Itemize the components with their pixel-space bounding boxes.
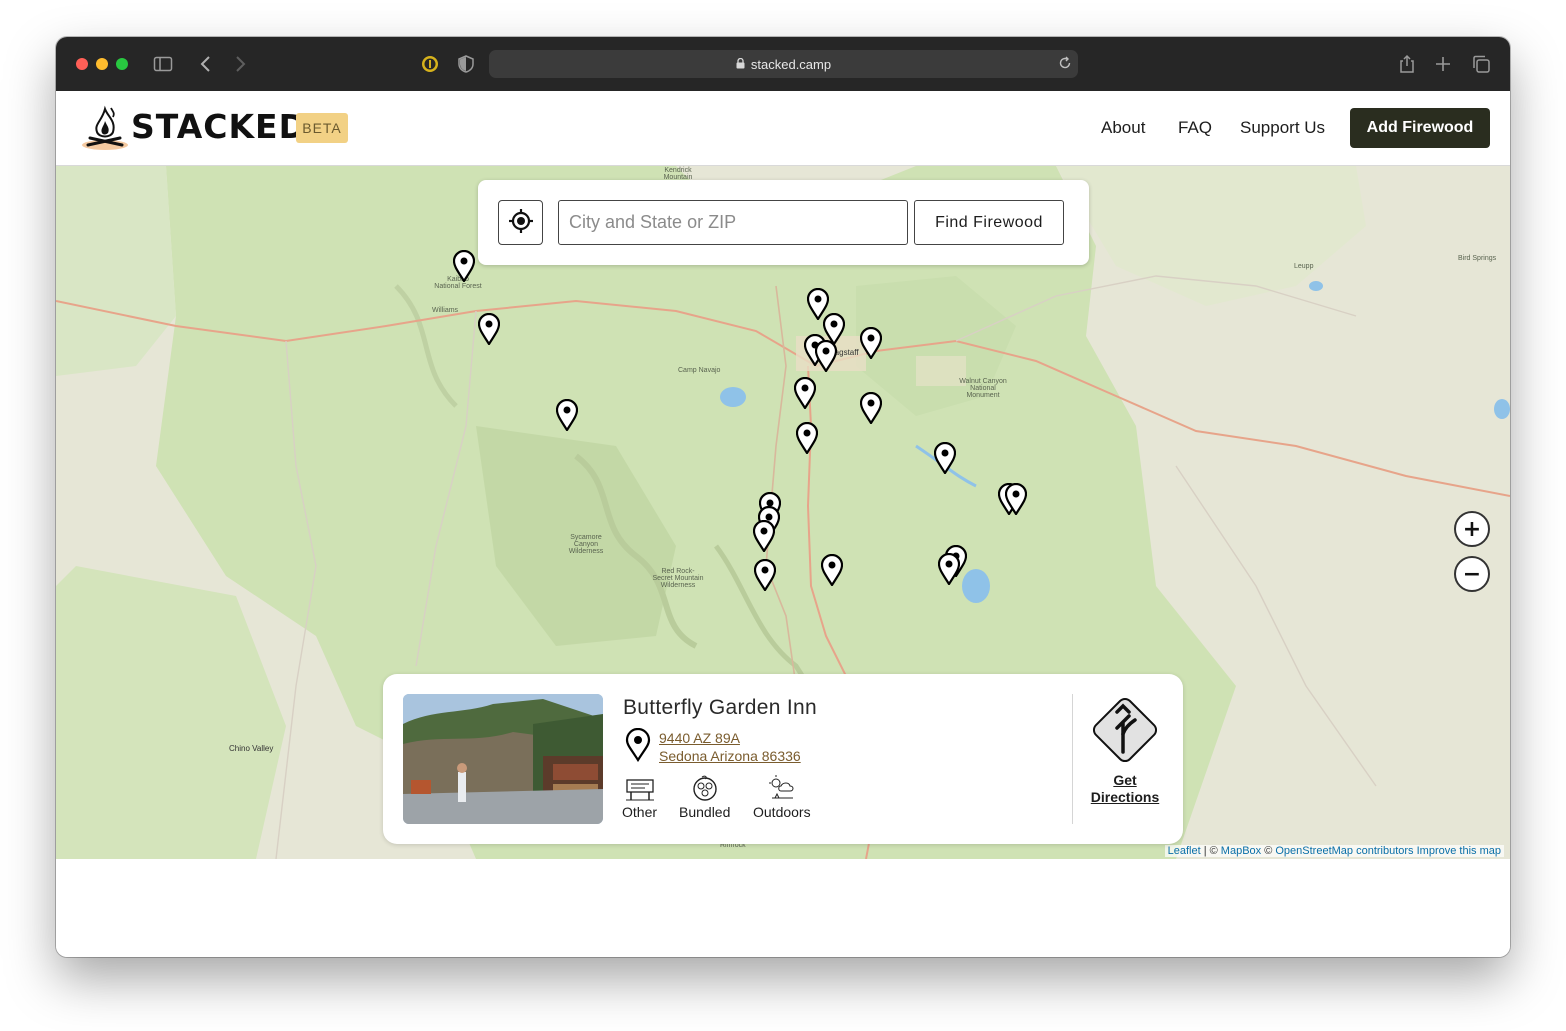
map-label-camp-navajo: Camp Navajo [678,367,721,374]
map-marker[interactable] [555,398,579,433]
address-line-2-link[interactable]: Sedona Arizona 86336 [659,748,801,764]
shield-icon[interactable] [456,54,476,74]
directions-line-1: Get [1113,772,1137,788]
sign-icon [622,774,657,802]
map-marker[interactable] [752,519,776,554]
search-panel: Find Firewood [478,180,1089,265]
map-marker[interactable] [933,441,957,476]
zoom-in-button[interactable]: + [1454,511,1490,547]
map-label-chino-valley: Chino Valley [229,744,274,753]
map-marker[interactable] [859,391,883,426]
forward-icon[interactable] [230,54,250,74]
minimize-window-button[interactable] [96,58,108,70]
map-pin-icon [625,727,651,766]
page-footer-space [56,859,1510,957]
crosshair-icon [508,208,534,238]
map-view[interactable]: Williams Camp Navajo Flagstaff Walnut Ca… [56,166,1510,859]
close-window-button[interactable] [76,58,88,70]
tag-outdoors-label: Outdoors [753,804,811,820]
map-marker[interactable] [793,376,817,411]
directions-sign-icon[interactable] [1087,692,1163,772]
osm-link[interactable]: OpenStreetMap contributors [1275,845,1413,857]
map-label-bird-springs: Bird Springs [1458,255,1497,262]
lock-icon [736,57,745,72]
outdoors-icon [753,774,811,802]
nav-about[interactable]: About [1101,118,1145,138]
locate-me-button[interactable] [498,200,543,245]
map-label-red-rock: Red Rock-Secret Mountain Wilderness [652,568,704,589]
location-search-input[interactable] [558,200,908,245]
find-firewood-button[interactable]: Find Firewood [914,200,1064,245]
directions-line-2: Directions [1090,789,1160,805]
map-marker[interactable] [477,312,501,347]
browser-titlebar: stacked.camp [56,37,1510,91]
location-title: Butterfly Garden Inn [623,696,817,719]
map-marker[interactable] [1004,482,1028,517]
map-marker[interactable] [937,552,961,587]
map-attribution: Leaflet | © MapBox © OpenStreetMap contr… [1164,845,1504,857]
map-label-sycamore-canyon: Sycamore Canyon Wilderness [568,534,604,555]
tag-other: Other [622,774,657,820]
map-label-leupp: Leupp [1294,263,1314,270]
map-marker[interactable] [452,249,476,284]
tab-overview-icon[interactable] [1471,54,1491,74]
card-divider [1072,694,1073,824]
map-marker[interactable] [814,339,838,374]
back-icon[interactable] [196,54,216,74]
location-info-card: Butterfly Garden Inn 9440 AZ 89A Sedona … [383,674,1183,844]
share-icon[interactable] [1397,54,1417,74]
password-manager-icon[interactable] [420,54,440,74]
map-marker[interactable] [753,558,777,593]
tag-outdoors: Outdoors [753,774,811,820]
campfire-logo-icon[interactable] [80,105,130,151]
address-line-1-link[interactable]: 9440 AZ 89A [659,730,740,746]
map-marker[interactable] [820,553,844,588]
leaflet-link[interactable]: Leaflet [1168,845,1201,857]
reload-icon[interactable] [1058,56,1072,73]
tag-other-label: Other [622,804,658,820]
map-marker[interactable] [795,421,819,456]
nav-faq[interactable]: FAQ [1178,118,1212,138]
new-tab-icon[interactable] [1433,54,1453,74]
tag-bundled: Bundled [679,774,730,820]
beta-badge: BETA [296,113,348,143]
add-firewood-button[interactable]: Add Firewood [1350,108,1490,148]
map-label-williams: Williams [432,307,459,314]
site-header: STACKED BETA About FAQ Support Us Add Fi… [56,91,1510,166]
logo-wordmark[interactable]: STACKED [131,107,307,146]
attribution-separator: | © [1200,845,1221,857]
nav-support-us[interactable]: Support Us [1240,118,1325,138]
map-label-walnut-canyon: Walnut Canyon National Monument [959,378,1007,399]
location-photo [403,694,603,824]
address-bar[interactable]: stacked.camp [489,50,1078,78]
sidebar-toggle-icon[interactable] [153,54,173,74]
bundle-icon [679,774,730,802]
maximize-window-button[interactable] [116,58,128,70]
map-marker[interactable] [859,326,883,361]
zoom-out-button[interactable]: − [1454,556,1490,592]
get-directions-link[interactable]: Get Directions [1083,772,1167,806]
browser-window: stacked.camp STACKED BETA About FAQ Supp… [56,37,1510,957]
mapbox-link[interactable]: MapBox [1221,845,1261,857]
attribution-separator-2: © [1261,845,1276,857]
improve-map-link[interactable]: Improve this map [1417,845,1501,857]
address-url: stacked.camp [750,56,832,72]
tag-bundled-label: Bundled [679,804,731,820]
